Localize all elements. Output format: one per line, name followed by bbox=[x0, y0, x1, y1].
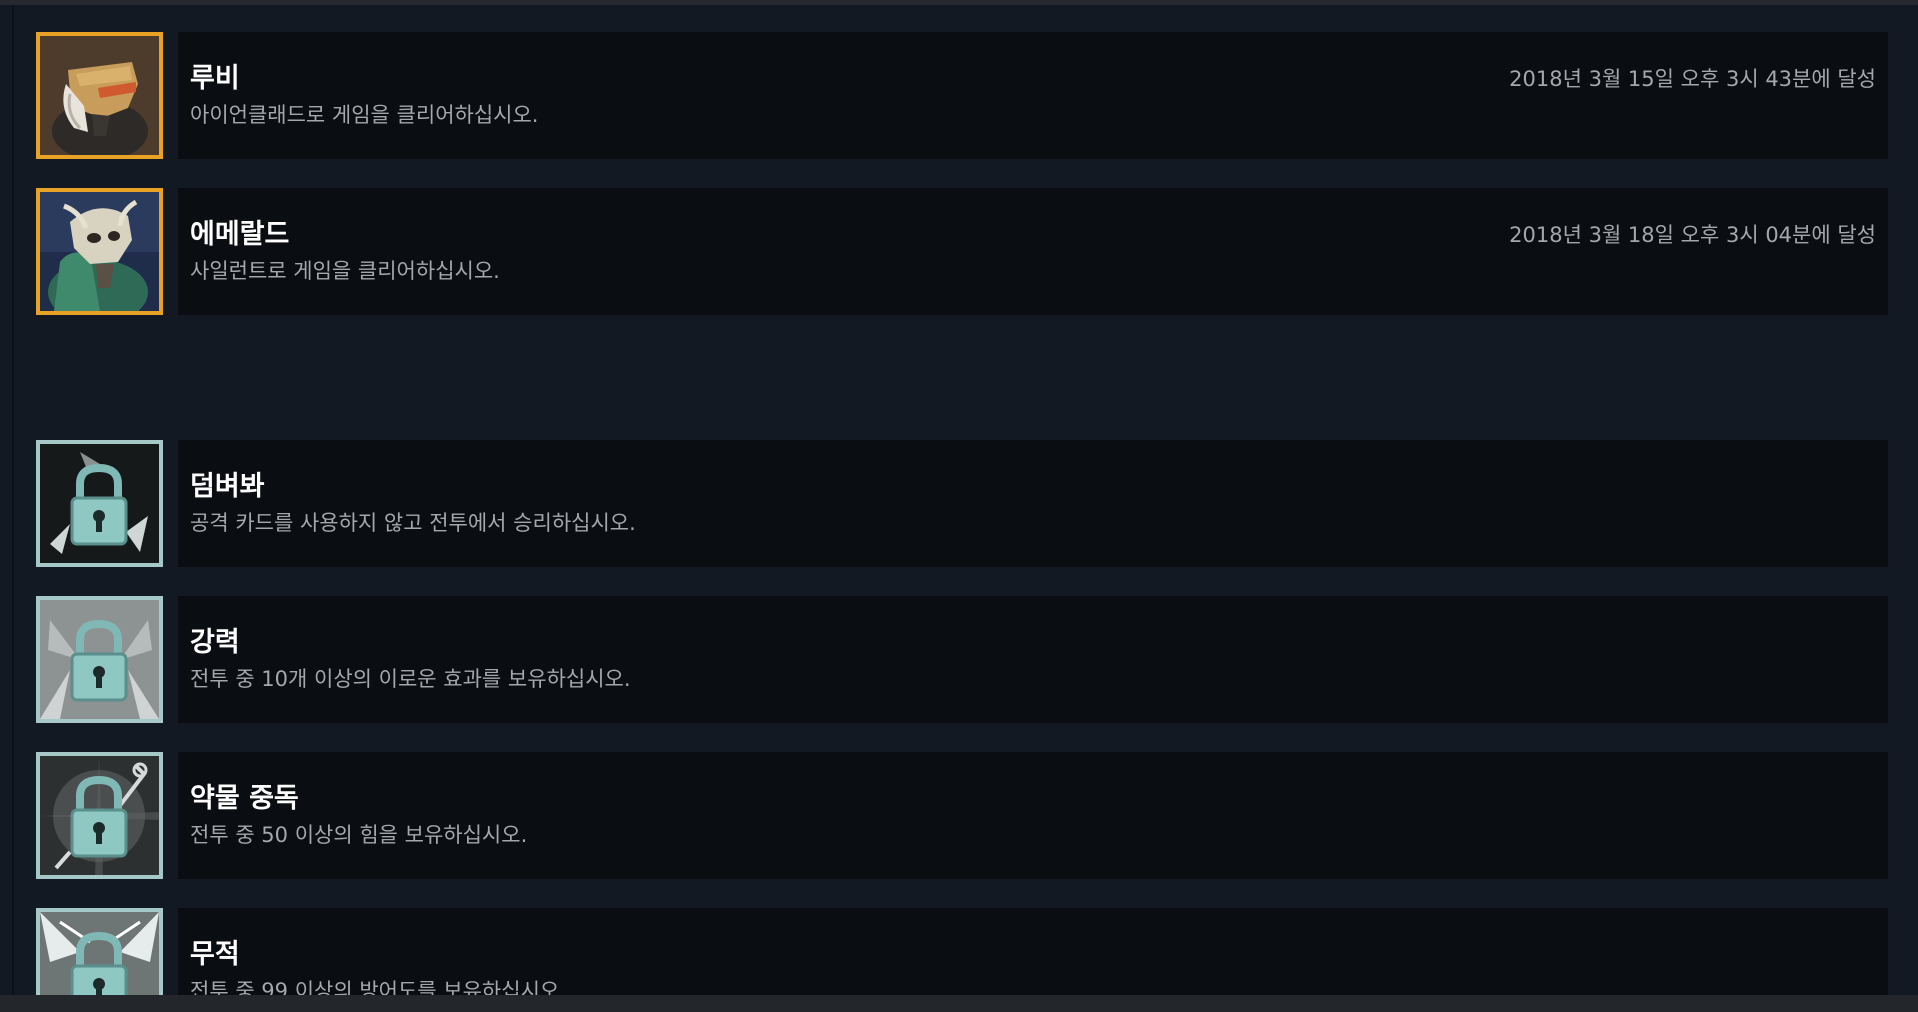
achievement-description: 전투 중 10개 이상의 이로운 효과를 보유하십시오. bbox=[190, 667, 631, 691]
achievement-row-ruby: 루비 아이언클래드로 게임을 클리어하십시오. 2018년 3월 15일 오후 … bbox=[36, 32, 1888, 159]
achievement-description: 아이언클래드로 게임을 클리어하십시오. bbox=[190, 103, 539, 127]
achievement-panel: 강력 전투 중 10개 이상의 이로운 효과를 보유하십시오. bbox=[178, 596, 1888, 723]
achievement-title: 루비 bbox=[190, 63, 240, 94]
ironclad-portrait-icon bbox=[36, 32, 163, 159]
achievement-title: 약물 중독 bbox=[190, 783, 299, 814]
achievement-row-locked: 약물 중독 전투 중 50 이상의 힘을 보유하십시오. bbox=[36, 752, 1888, 879]
achievement-title: 에메랄드 bbox=[190, 219, 290, 250]
bottom-bar bbox=[0, 995, 1918, 1012]
padlock-icon bbox=[36, 596, 163, 723]
achievement-description: 사일런트로 게임을 클리어하십시오. bbox=[190, 259, 500, 283]
achievement-panel: 약물 중독 전투 중 50 이상의 힘을 보유하십시오. bbox=[178, 752, 1888, 879]
padlock-icon bbox=[36, 752, 163, 879]
achievement-panel: 덤벼봐 공격 카드를 사용하지 않고 전투에서 승리하십시오. bbox=[178, 440, 1888, 567]
padlock-icon bbox=[36, 440, 163, 567]
achievement-unlock-date: 2018년 3월 15일 오후 3시 43분에 달성 bbox=[1509, 67, 1876, 91]
achievement-panel: 에메랄드 사일런트로 게임을 클리어하십시오. 2018년 3월 18일 오후 … bbox=[178, 188, 1888, 315]
achievement-row-locked: 강력 전투 중 10개 이상의 이로운 효과를 보유하십시오. bbox=[36, 596, 1888, 723]
achievement-row-emerald: 에메랄드 사일런트로 게임을 클리어하십시오. 2018년 3월 18일 오후 … bbox=[36, 188, 1888, 315]
left-border bbox=[12, 5, 14, 995]
top-divider bbox=[0, 0, 1918, 5]
achievement-title: 강력 bbox=[190, 627, 240, 658]
achievement-description: 전투 중 50 이상의 힘을 보유하십시오. bbox=[190, 823, 528, 847]
achievements-window: 루비 아이언클래드로 게임을 클리어하십시오. 2018년 3월 15일 오후 … bbox=[0, 0, 1918, 1012]
achievement-unlock-date: 2018년 3월 18일 오후 3시 04분에 달성 bbox=[1509, 223, 1876, 247]
achievement-title: 덤벼봐 bbox=[190, 471, 265, 502]
achievement-row-locked: 덤벼봐 공격 카드를 사용하지 않고 전투에서 승리하십시오. bbox=[36, 440, 1888, 567]
achievement-panel: 루비 아이언클래드로 게임을 클리어하십시오. 2018년 3월 15일 오후 … bbox=[178, 32, 1888, 159]
silent-portrait-icon bbox=[36, 188, 163, 315]
achievement-description: 공격 카드를 사용하지 않고 전투에서 승리하십시오. bbox=[190, 511, 636, 535]
achievement-title: 무적 bbox=[190, 939, 240, 970]
